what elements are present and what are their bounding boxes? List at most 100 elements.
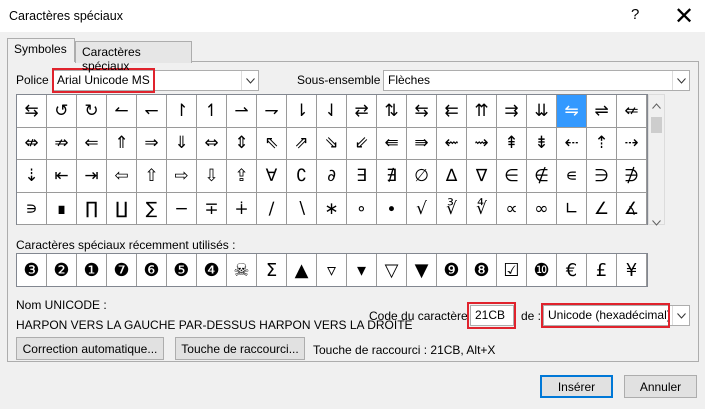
symbol-cell[interactable]: ∛ <box>437 192 467 226</box>
recent-symbol-cell[interactable]: ❶ <box>77 254 107 286</box>
symbol-cell[interactable]: ⇍ <box>617 95 647 128</box>
symbol-cell[interactable]: ↻ <box>77 95 107 128</box>
shortcut-button[interactable]: Touche de raccourci... <box>175 337 305 360</box>
symbol-cell[interactable]: ↼ <box>107 95 137 128</box>
symbol-cell[interactable]: ∌ <box>617 160 647 193</box>
recent-symbol-cell[interactable]: ❼ <box>107 254 137 286</box>
symbol-cell[interactable]: ↿ <box>197 95 227 128</box>
symbol-cell[interactable]: ∔ <box>227 192 257 226</box>
recent-symbol-cell[interactable]: ❷ <box>47 254 77 286</box>
symbol-cell[interactable]: − <box>167 192 197 226</box>
symbol-cell[interactable]: ⇣ <box>17 160 47 193</box>
symbol-cell[interactable]: ⇆ <box>407 95 437 128</box>
symbol-cell[interactable]: ⇉ <box>497 95 527 128</box>
symbol-cell[interactable]: ∉ <box>527 160 557 193</box>
tab-caracteres-speciaux[interactable]: Caractères spéciaux <box>75 41 192 73</box>
recent-symbol-cell[interactable]: € <box>557 254 587 286</box>
symbol-cell[interactable]: ⇘ <box>317 127 347 161</box>
symbol-cell[interactable]: ⇒ <box>137 127 167 161</box>
symbol-cell[interactable]: ∃ <box>347 160 377 193</box>
symbol-cell[interactable]: ∑ <box>137 192 167 226</box>
symbol-cell[interactable]: ⇪ <box>227 160 257 193</box>
recent-symbol-cell[interactable]: ▽ <box>377 254 407 286</box>
symbol-cell[interactable]: ⇂ <box>287 95 317 128</box>
recent-symbol-cell[interactable]: ❺ <box>167 254 197 286</box>
symbol-cell[interactable]: ⇐ <box>77 127 107 161</box>
symbol-cell[interactable]: ∕ <box>257 192 287 226</box>
symbol-cell[interactable]: ∊ <box>557 160 587 193</box>
symbol-cell[interactable]: ∜ <box>467 192 497 226</box>
symbol-cell[interactable]: ⇊ <box>527 95 557 128</box>
symbol-cell[interactable]: ⇈ <box>467 95 497 128</box>
insert-button[interactable]: Insérer <box>540 375 613 398</box>
symbol-cell[interactable]: ⇠ <box>557 127 587 161</box>
chevron-down-icon[interactable] <box>672 71 689 90</box>
symbol-cell[interactable]: ⇆ <box>17 95 47 128</box>
symbol-cell[interactable]: ⇅ <box>377 95 407 128</box>
symbol-cell[interactable]: ∈ <box>497 160 527 193</box>
symbol-cell[interactable]: ⇃ <box>317 95 347 128</box>
symbol-cell[interactable]: ∆ <box>437 160 467 193</box>
subset-select[interactable]: Flèches <box>383 70 690 91</box>
autocorrect-button[interactable]: Correction automatique... <box>16 337 164 360</box>
symbol-cell[interactable]: ↾ <box>167 95 197 128</box>
symbol-cell[interactable]: ∐ <box>107 192 137 226</box>
cancel-button[interactable]: Annuler <box>624 375 697 398</box>
symbol-cell[interactable]: ⇦ <box>107 160 137 193</box>
symbol-cell[interactable]: ∎ <box>47 192 77 226</box>
symbol-cell[interactable]: ∇ <box>467 160 497 193</box>
symbol-cell[interactable]: ∁ <box>287 160 317 193</box>
symbol-cell[interactable]: ⇜ <box>437 127 467 161</box>
symbol-cell[interactable]: ∄ <box>377 160 407 193</box>
symbol-cell[interactable]: ∘ <box>347 192 377 226</box>
recent-symbol-cell[interactable]: ❻ <box>137 254 167 286</box>
scroll-up-icon[interactable] <box>652 98 661 112</box>
symbol-cell[interactable]: ⇟ <box>527 127 557 161</box>
scroll-down-icon[interactable] <box>652 215 661 229</box>
symbol-cell[interactable]: ⇓ <box>167 127 197 161</box>
symbol-cell[interactable]: ∅ <box>407 160 437 193</box>
symbol-cell[interactable]: ⇄ <box>347 95 377 128</box>
recent-symbol-cell[interactable]: ❾ <box>437 254 467 286</box>
symbol-cell[interactable]: ∂ <box>317 160 347 193</box>
symbol-cell[interactable]: ⇝ <box>467 127 497 161</box>
symbol-cell[interactable]: ⇡ <box>587 127 617 161</box>
symbol-cell[interactable]: ∗ <box>317 192 347 226</box>
symbol-scrollbar[interactable] <box>648 94 665 226</box>
chevron-down-icon[interactable] <box>672 306 689 325</box>
symbol-cell[interactable]: ⇤ <box>47 160 77 193</box>
symbol-cell[interactable]: ⇏ <box>47 127 77 161</box>
symbol-cell[interactable]: ∡ <box>617 192 647 226</box>
symbol-cell[interactable]: ⇀ <box>227 95 257 128</box>
symbol-cell[interactable]: ∙ <box>377 192 407 226</box>
symbol-cell[interactable]: ∓ <box>197 192 227 226</box>
help-button[interactable]: ? <box>631 6 639 23</box>
symbol-cell[interactable]: ⇨ <box>167 160 197 193</box>
symbol-cell[interactable]: ∠ <box>587 192 617 226</box>
symbol-cell[interactable]: ∀ <box>257 160 287 193</box>
symbol-cell[interactable]: ⇧ <box>137 160 167 193</box>
recent-symbol-cell[interactable]: ❸ <box>17 254 47 286</box>
symbol-cell[interactable]: ⇔ <box>197 127 227 161</box>
symbol-cell[interactable]: ⇥ <box>77 160 107 193</box>
symbol-cell[interactable]: ⇋ <box>557 95 587 128</box>
symbol-cell[interactable]: ⇑ <box>107 127 137 161</box>
symbol-cell[interactable]: ⇛ <box>407 127 437 161</box>
recent-symbol-cell[interactable]: £ <box>587 254 617 286</box>
symbol-cell[interactable]: ∟ <box>557 192 587 226</box>
symbol-cell[interactable]: ∝ <box>497 192 527 226</box>
recent-symbol-cell[interactable]: Σ <box>257 254 287 286</box>
recent-symbol-cell[interactable]: ❹ <box>197 254 227 286</box>
symbol-cell[interactable]: ⇖ <box>257 127 287 161</box>
symbol-cell[interactable]: ⇁ <box>257 95 287 128</box>
symbol-cell[interactable]: ∖ <box>287 192 317 226</box>
scroll-thumb[interactable] <box>651 117 662 133</box>
symbol-cell[interactable]: ⇚ <box>377 127 407 161</box>
symbol-cell[interactable]: ↽ <box>137 95 167 128</box>
symbol-cell[interactable]: ∏ <box>77 192 107 226</box>
symbol-cell[interactable]: ⇕ <box>227 127 257 161</box>
symbol-cell[interactable]: ∞ <box>527 192 557 226</box>
symbol-cell[interactable]: ⇙ <box>347 127 377 161</box>
chevron-down-icon[interactable] <box>241 71 258 90</box>
symbol-cell[interactable]: ∋ <box>587 160 617 193</box>
